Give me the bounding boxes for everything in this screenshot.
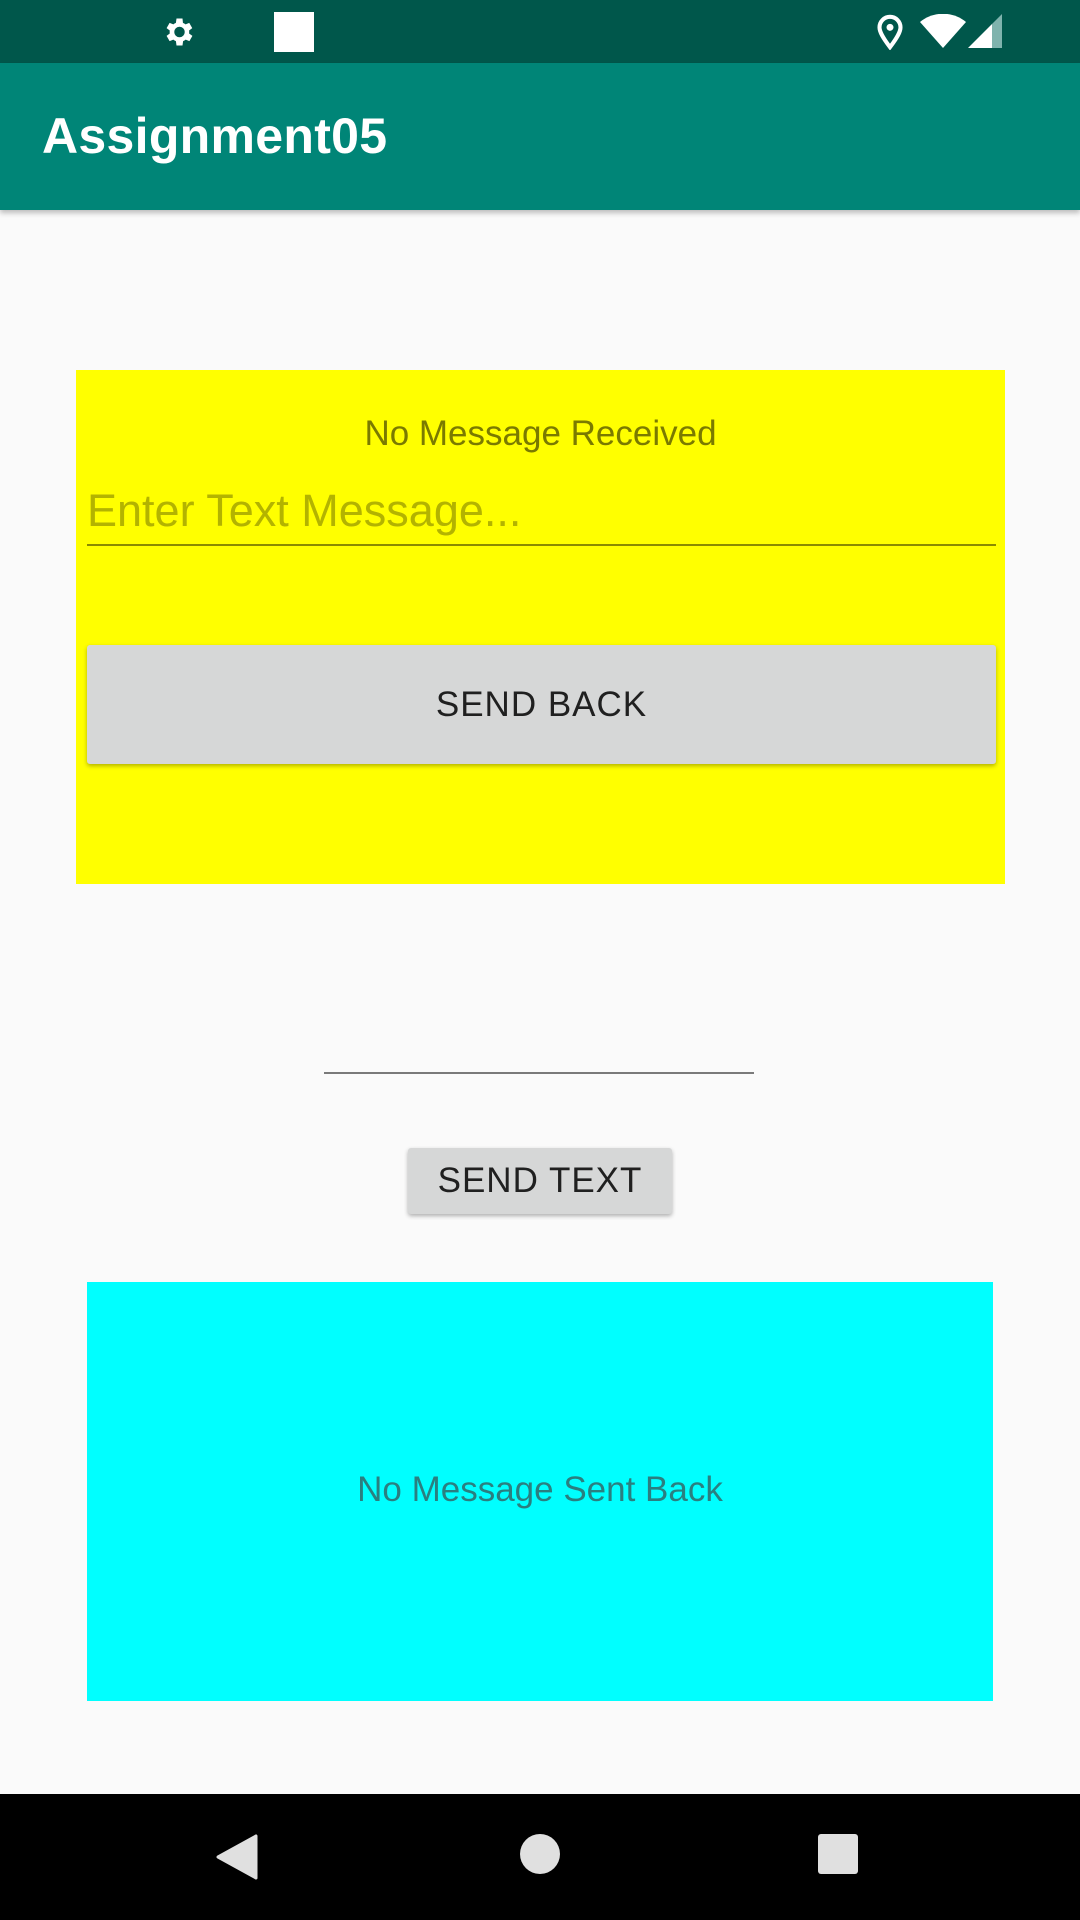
wifi-icon <box>920 14 966 48</box>
navigation-bar <box>0 1794 1080 1920</box>
location-icon <box>877 14 903 50</box>
sent-back-fragment: No Message Sent Back <box>87 1282 993 1701</box>
app-title: Assignment05 <box>42 108 388 164</box>
send-text-button[interactable]: SEND TEXT <box>408 1148 672 1214</box>
back-icon[interactable] <box>216 1834 260 1880</box>
received-message-label: No Message Received <box>364 414 717 453</box>
status-bar <box>0 0 1080 63</box>
gear-icon <box>166 18 193 46</box>
app-bar: Assignment05 <box>0 63 1080 210</box>
recents-icon[interactable] <box>818 1834 858 1874</box>
message-input[interactable] <box>87 478 996 546</box>
sent-back-label: No Message Sent Back <box>357 1470 723 1509</box>
send-back-button[interactable]: SEND BACK <box>87 645 996 764</box>
home-icon[interactable] <box>520 1834 560 1874</box>
received-message-fragment: No Message Received SEND BACK <box>76 370 1005 884</box>
send-text-input[interactable] <box>324 1006 754 1074</box>
signal-icon <box>968 14 1002 48</box>
screen: Assignment05 No Message Received SEND BA… <box>0 0 1080 1920</box>
square-notification-icon <box>274 12 314 52</box>
